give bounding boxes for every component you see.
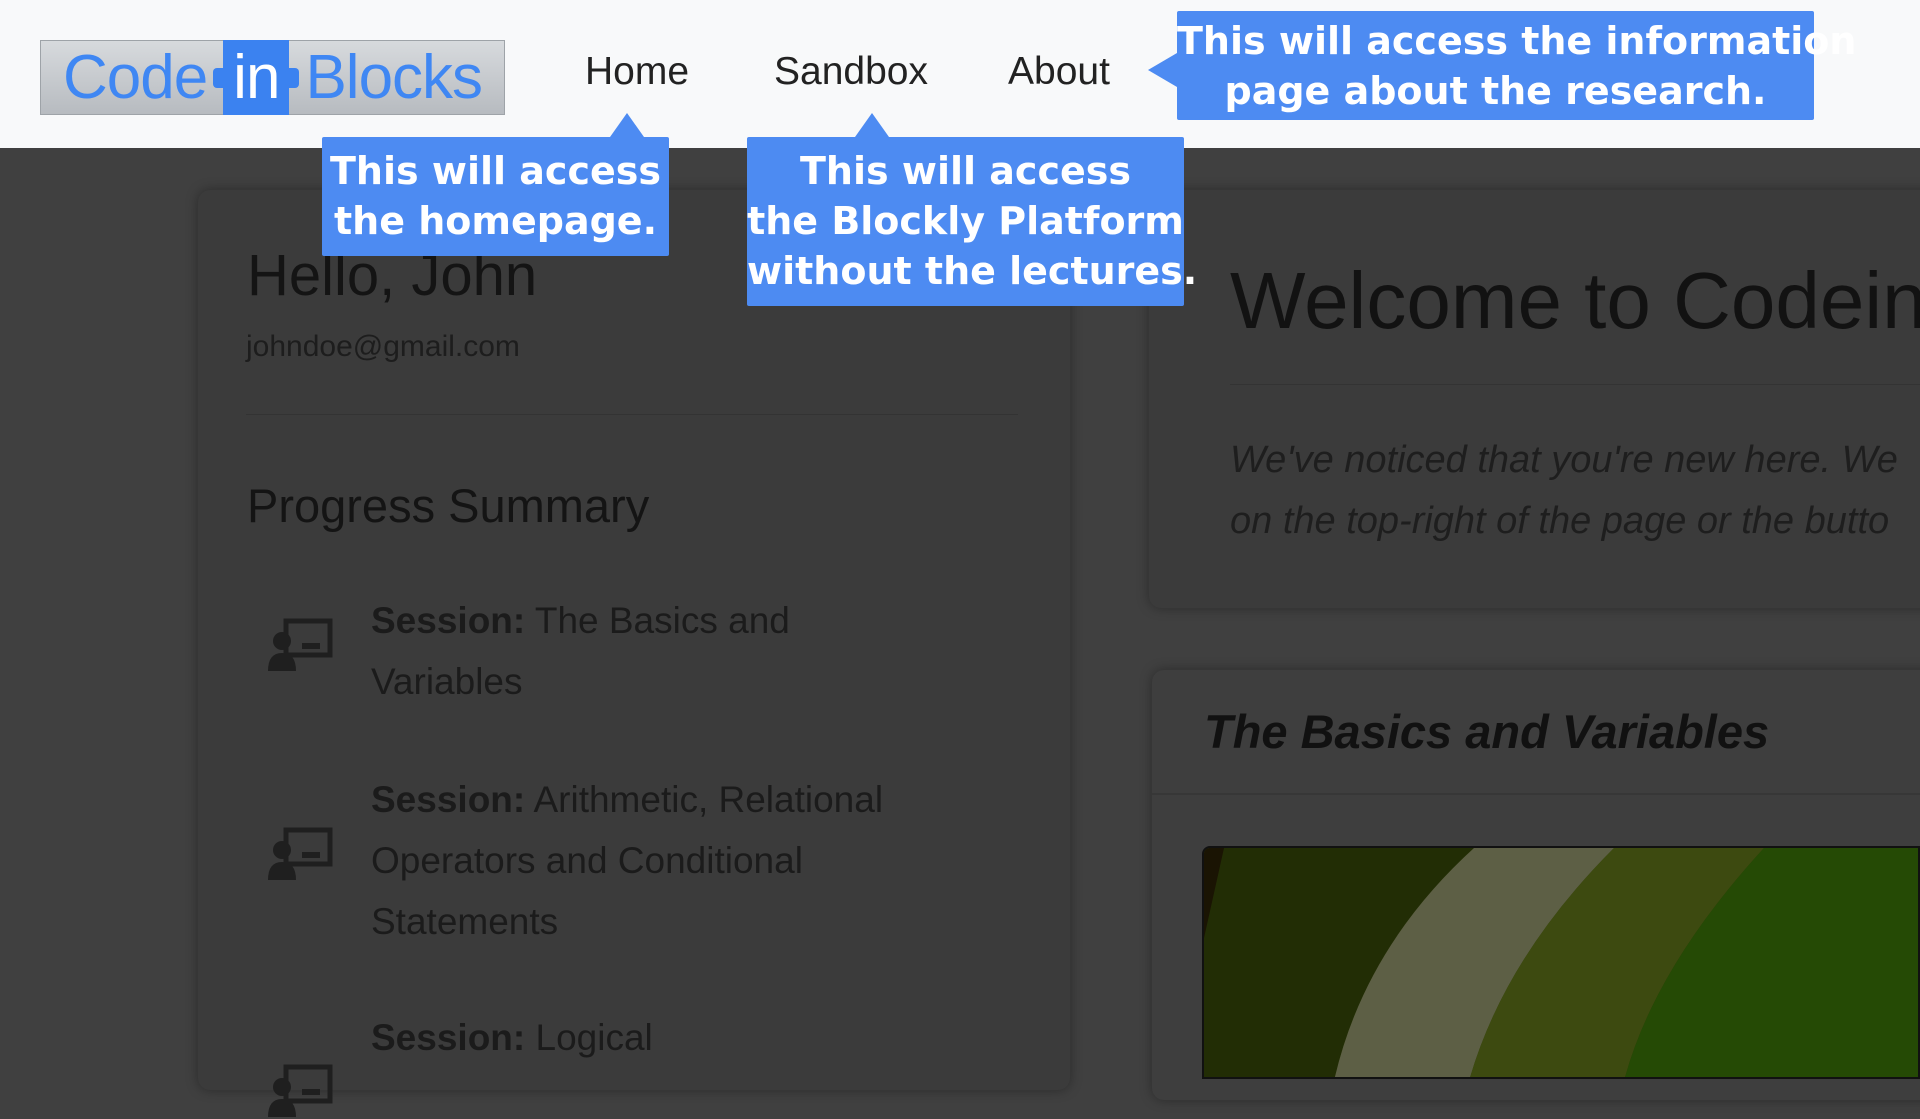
teacher-icon [268, 618, 333, 671]
nav-about-link[interactable]: About [1008, 50, 1110, 94]
lesson-title: The Basics and Variables [1204, 705, 1770, 758]
session-item[interactable]: Session: Arithmetic, Relational Operator… [371, 769, 891, 952]
codeinblocks-logo[interactable]: Code in Blocks [40, 40, 505, 115]
logo-word-in: in [213, 40, 300, 115]
callout-line: This will access the information [1177, 19, 1857, 63]
nav-home-link[interactable]: Home [585, 50, 689, 94]
session-label: Session: [371, 600, 526, 641]
session-name: Logical [535, 1017, 653, 1058]
callout-line: page about the research. [1224, 69, 1767, 113]
session-label: Session: [371, 779, 526, 820]
teacher-icon [268, 827, 333, 880]
profile-divider [246, 414, 1018, 415]
logo-word-code: Code [62, 43, 208, 112]
about-callout: This will access the information page ab… [1148, 11, 1857, 120]
nav-sandbox-link[interactable]: Sandbox [774, 50, 928, 94]
sandbox-callout: This will access the Blockly Platform wi… [747, 113, 1198, 306]
welcome-message-line: on the top-right of the page or the butt… [1230, 500, 1890, 542]
lesson-header-divider [1152, 793, 1920, 795]
welcome-divider [1230, 384, 1920, 385]
progress-summary-heading: Progress Summary [247, 479, 650, 532]
lesson-thumbnail[interactable] [1202, 846, 1920, 1079]
callout-line: the Blockly Platform [747, 199, 1184, 243]
welcome-message: We've noticed that you're new here. We o… [1230, 430, 1920, 552]
session-label: Session: [371, 1017, 526, 1058]
callout-line: This will access [330, 149, 661, 193]
home-callout: This will access the homepage. [322, 113, 669, 256]
session-item[interactable]: Session: Logical [371, 1007, 891, 1068]
welcome-heading: Welcome to Codein [1230, 256, 1920, 345]
teacher-icon [268, 1064, 333, 1117]
callout-line: without the lectures. [747, 249, 1198, 293]
user-email: johndoe@gmail.com [246, 330, 520, 363]
session-item[interactable]: Session: The Basics and Variables [371, 590, 891, 712]
welcome-message-line: We've noticed that you're new here. We [1230, 439, 1898, 481]
callout-line: This will access [800, 149, 1131, 193]
callout-line: the homepage. [334, 199, 657, 243]
lesson-thumbnail-art [1204, 848, 1918, 1077]
logo-word-blocks: Blocks [305, 43, 483, 112]
